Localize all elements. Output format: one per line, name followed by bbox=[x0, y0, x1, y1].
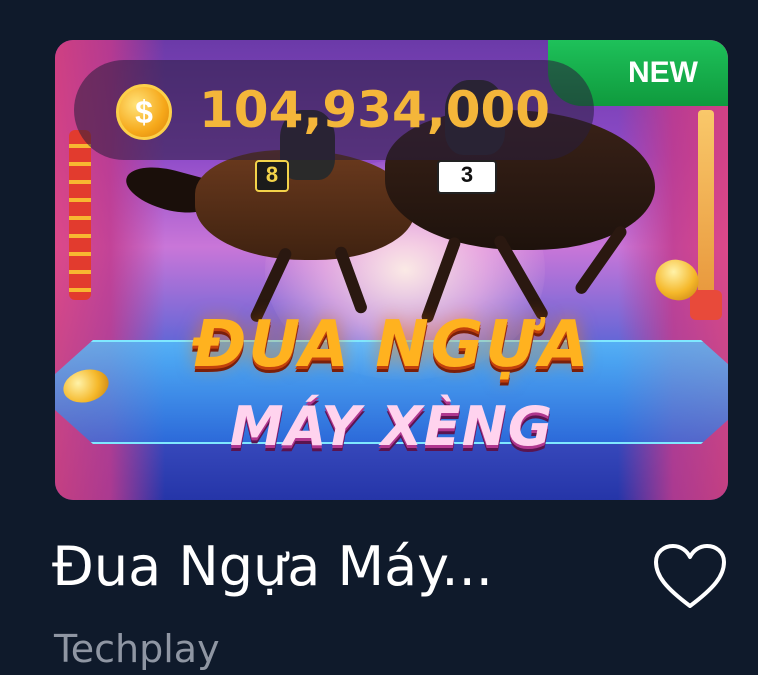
game-title[interactable]: Đua Ngựa Máy... bbox=[52, 532, 612, 602]
lantern-right bbox=[690, 110, 722, 320]
lantern-left bbox=[69, 130, 91, 300]
jackpot-pill: $ 104,934,000 bbox=[74, 60, 594, 160]
saddle-number-right: 3 bbox=[437, 160, 497, 194]
dollar-coin-icon: $ bbox=[116, 84, 172, 140]
art-subtitle: MÁY XÈNG bbox=[229, 395, 554, 458]
game-card: 8 3 ĐUA NGỰA MÁY XÈNG NEW $ 104,934,000 … bbox=[0, 0, 758, 675]
heart-outline-icon[interactable] bbox=[652, 540, 728, 616]
saddle-number-left: 8 bbox=[255, 160, 289, 192]
art-title: ĐUA NGỰA bbox=[192, 308, 591, 382]
jackpot-amount: 104,934,000 bbox=[199, 81, 551, 139]
game-provider: Techplay bbox=[54, 627, 220, 671]
